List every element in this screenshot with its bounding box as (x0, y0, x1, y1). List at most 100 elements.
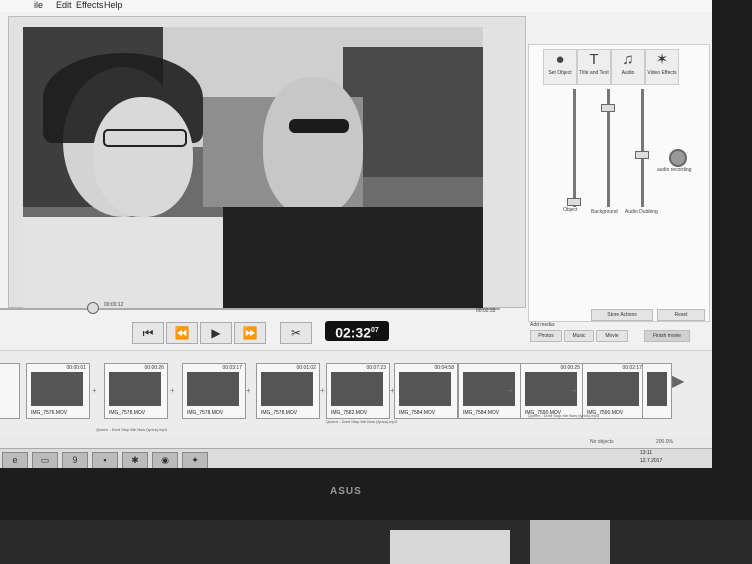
menu-file[interactable]: ile (34, 0, 43, 10)
store-actions-button[interactable]: Store Actions (591, 309, 653, 321)
effects-panel: ● Set Object T Title and Text ♫ Audio ✶ … (528, 44, 710, 322)
add-photos-button[interactable]: Photos (530, 330, 562, 342)
clip-duration: 00:07:23 (366, 365, 386, 371)
audio-dubbing-slider-knob[interactable] (635, 150, 649, 159)
object-slider[interactable] (573, 89, 576, 207)
app-icon[interactable]: 9 (62, 452, 88, 468)
playhead-knob[interactable] (87, 302, 99, 314)
menu-effects[interactable]: Effects (76, 0, 103, 10)
video-preview[interactable] (8, 16, 526, 309)
current-timecode: 00:00:12 (104, 302, 124, 308)
desk-surface (0, 520, 752, 564)
transition-plus-icon[interactable]: + (170, 386, 175, 395)
clip-name: IMG_7584.MOV (399, 410, 436, 416)
ie-icon[interactable]: e (2, 452, 28, 468)
storyboard-clip[interactable]: 00:04:58 IMG_7584.MOV (394, 363, 458, 419)
clip-name: IMG_7578.MOV (109, 410, 146, 416)
set-object-label: Set Object (548, 70, 572, 76)
clip-thumbnail (31, 372, 83, 406)
audio-dubbing-slider-label: Audio Dubbing (625, 209, 658, 215)
audio-icon: ♫ (622, 51, 634, 68)
clip-duration: 00:01:02 (296, 365, 316, 371)
audio-button[interactable]: ♫ Audio (611, 49, 645, 85)
preview-frame (23, 27, 483, 309)
circle-icon: ● (555, 51, 565, 68)
transition-plus-icon[interactable]: + (508, 386, 513, 395)
storyboard-clip[interactable]: 00:03:17 IMG_7578.MOV (182, 363, 246, 419)
menu-bar: ile Edit Effects Help (0, 0, 712, 12)
audio-label: Audio (621, 70, 635, 76)
clip-duration: 00:00:25 (560, 365, 580, 371)
folder-icon[interactable]: ▭ (32, 452, 58, 468)
audio-track-label: Queen - Dont Stop Me Now (lyrics).mp3 (326, 419, 397, 424)
tray-date[interactable]: 12.7.2017 (640, 458, 662, 464)
finish-movie-button[interactable]: Finish movie (644, 330, 690, 342)
audio-recording-label: audio recording (657, 167, 692, 173)
object-slider-label: Object (563, 207, 578, 213)
text-icon: T (589, 51, 599, 68)
title-text-label: Title and Text (579, 70, 609, 76)
fast-forward-button[interactable]: ⏩ (234, 322, 266, 344)
set-object-button[interactable]: ● Set Object (543, 49, 577, 85)
storyboard-clip-partial[interactable] (0, 363, 20, 419)
movie-maker-icon[interactable]: ✱ (122, 452, 148, 468)
timeline-track[interactable] (0, 308, 500, 310)
audio-dubbing-slider[interactable] (641, 89, 644, 207)
clip-thumbnail (261, 372, 313, 406)
time-display: 02:3207 (325, 321, 389, 341)
play-button[interactable]: ▶ (200, 322, 232, 344)
video-effects-button[interactable]: ✶ Video Effects (645, 49, 679, 85)
clip-duration: 00:00:01 (66, 365, 86, 371)
clip-name: IMG_7576.MOV (31, 410, 68, 416)
record-icon[interactable] (669, 149, 687, 167)
background-slider-label: Background (591, 209, 618, 215)
object-slider-knob[interactable] (567, 198, 581, 207)
menu-edit[interactable]: Edit (56, 0, 72, 10)
clip-name: IMG_7578.MOV (261, 410, 298, 416)
taskbar: e ▭ 9 ▪ ✱ ◉ ✦ 13:11 12.7.2017 (0, 448, 712, 468)
monitor-bezel: ile Edit Effects Help ● Set Object T Tit… (0, 0, 752, 520)
clip-name: IMG_7584.MOV (463, 410, 500, 416)
clip-duration: 00:04:58 (434, 365, 454, 371)
menu-help[interactable]: Help (104, 0, 123, 10)
save-icon[interactable]: ▪ (92, 452, 118, 468)
storyboard-clip[interactable]: 00:02:17 IMG_7590.MOV (582, 363, 646, 419)
storyboard-clip[interactable]: 00:00:26 IMG_7578.MOV (104, 363, 168, 419)
rewind-button[interactable]: ⏪ (166, 322, 198, 344)
transition-plus-icon[interactable]: + (246, 386, 251, 395)
clip-thumbnail (399, 372, 451, 406)
clip-thumbnail (331, 372, 383, 406)
time-frames: 07 (371, 327, 379, 334)
storyboard-clip[interactable] (642, 363, 672, 419)
clip-thumbnail (647, 372, 667, 406)
scroll-right-icon[interactable]: ▶ (672, 371, 684, 391)
title-text-button[interactable]: T Title and Text (577, 49, 611, 85)
timeline-scrubber[interactable]: 00:00:12 00:02:33 (0, 302, 500, 314)
stars-icon: ✶ (655, 51, 669, 68)
clip-duration: 00:02:17 (622, 365, 642, 371)
clip-thumbnail (587, 372, 639, 406)
add-music-button[interactable]: Music (564, 330, 594, 342)
monitor-brand-logo: ASUS (330, 486, 362, 497)
clip-thumbnail (109, 372, 161, 406)
tray-time[interactable]: 13:11 (640, 450, 652, 456)
storyboard-clip[interactable]: 00:01:02 IMG_7578.MOV (256, 363, 320, 419)
add-movie-button[interactable]: Movie (596, 330, 628, 342)
skip-back-button[interactable]: ⏮ (132, 322, 164, 344)
settings-icon[interactable]: ✦ (182, 452, 208, 468)
audio-track-label: Queen - Dont Stop Me Now (lyrics).mp3 (528, 413, 599, 418)
background-slider-knob[interactable] (601, 103, 615, 112)
transition-plus-icon[interactable]: + (320, 386, 325, 395)
clip-name: IMG_7578.MOV (187, 410, 224, 416)
storyboard-clip[interactable]: 00:00:01 IMG_7576.MOV (26, 363, 90, 419)
status-bar: No objects 200.0% (0, 436, 712, 448)
time-main: 02:32 (335, 324, 371, 341)
selection-status: No objects (590, 439, 614, 445)
transition-plus-icon[interactable]: + (92, 386, 97, 395)
video-effects-label: Video Effects (647, 70, 677, 76)
storyboard-clip[interactable]: 00:07:23 IMG_7582.MOV (326, 363, 390, 419)
chrome-icon[interactable]: ◉ (152, 452, 178, 468)
transition-plus-icon[interactable]: + (572, 386, 577, 395)
reset-button[interactable]: Reset (657, 309, 705, 321)
cut-button[interactable]: ✂ (280, 322, 312, 344)
